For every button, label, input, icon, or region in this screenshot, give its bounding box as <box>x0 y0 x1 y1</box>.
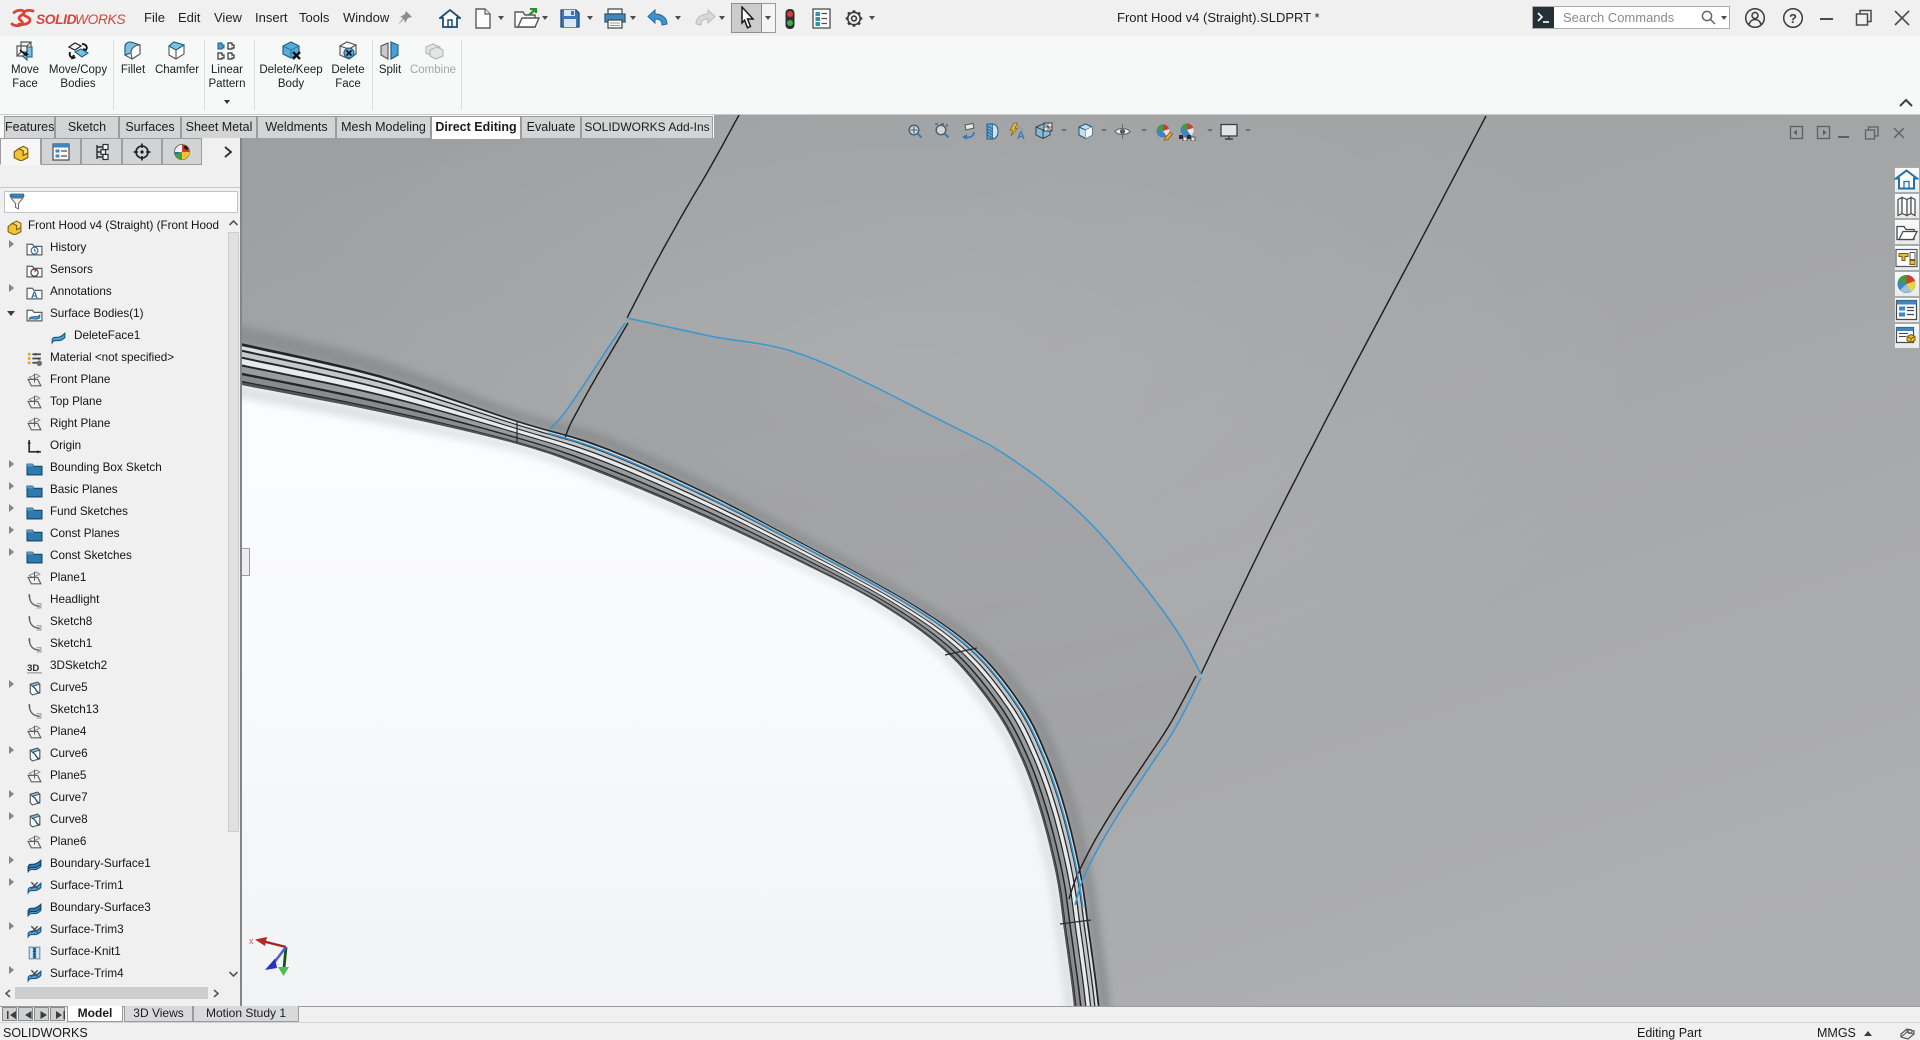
svg-text:?: ? <box>1789 11 1797 26</box>
svg-text:x: x <box>249 936 254 946</box>
svg-text:A: A <box>1017 130 1025 141</box>
svg-text:A: A <box>31 290 38 301</box>
svg-text:WORKS: WORKS <box>75 12 126 27</box>
svg-text:3D: 3D <box>27 663 39 674</box>
svg-text:SOLID: SOLID <box>36 12 77 27</box>
